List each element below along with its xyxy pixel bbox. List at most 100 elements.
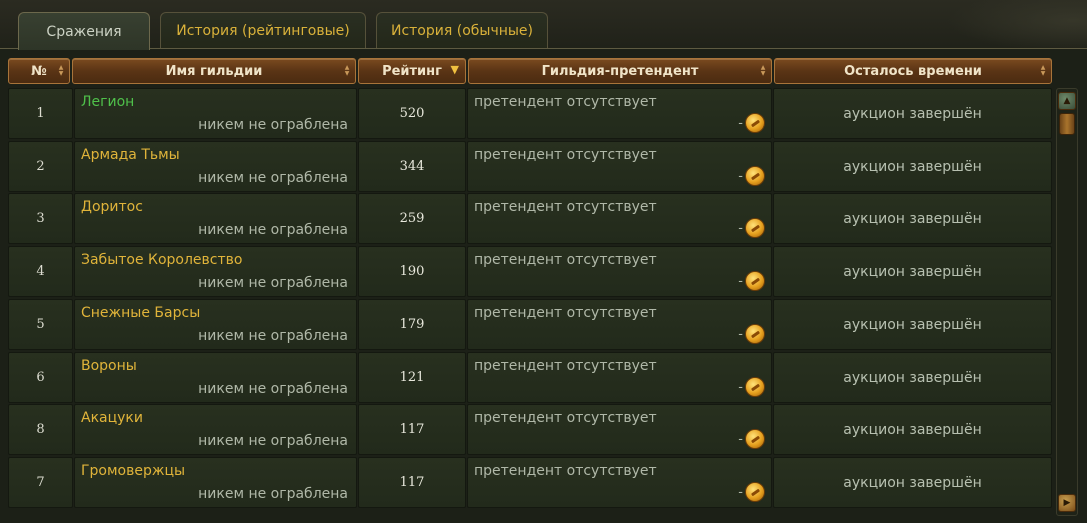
pretender-status: претендент отсутствует bbox=[474, 463, 657, 479]
rank-cell: 2 bbox=[8, 141, 73, 192]
robbed-status: никем не ограблена bbox=[198, 381, 348, 397]
pretender-status: претендент отсутствует bbox=[474, 94, 657, 110]
bid-amount: - bbox=[738, 116, 743, 131]
pretender-cell: претендент отсутствует - bbox=[467, 352, 772, 403]
pretender-cell: претендент отсутствует - bbox=[467, 404, 772, 455]
pretender-status: претендент отсутствует bbox=[474, 358, 657, 374]
guild-cell: Забытое Королевство никем не ограблена bbox=[74, 246, 357, 297]
guild-name-link[interactable]: Забытое Королевство bbox=[81, 252, 242, 268]
gold-coin-icon[interactable] bbox=[745, 271, 765, 291]
bid-amount: - bbox=[738, 432, 743, 447]
time-cell: аукцион завершён bbox=[773, 404, 1052, 455]
pretender-cell: претендент отсутствует - bbox=[467, 193, 772, 244]
guild-cell: Легион никем не ограблена bbox=[74, 88, 357, 139]
bid-amount: - bbox=[738, 169, 743, 184]
guild-name-link[interactable]: Вороны bbox=[81, 358, 137, 374]
rank-cell: 6 bbox=[8, 352, 73, 403]
pretender-status: претендент отсутствует bbox=[474, 199, 657, 215]
robbed-status: никем не ограблена bbox=[198, 117, 348, 133]
sort-arrows-icon: ▲ ▼ bbox=[1040, 64, 1046, 77]
robbed-status: никем не ограблена bbox=[198, 275, 348, 291]
pretender-cell: претендент отсутствует - bbox=[467, 246, 772, 297]
table-row[interactable]: 5 Снежные Барсы никем не ограблена 179 п… bbox=[8, 299, 1052, 350]
guild-cell: Снежные Барсы никем не ограблена bbox=[74, 299, 357, 350]
robbed-status: никем не ограблена bbox=[198, 486, 348, 502]
table-row[interactable]: 4 Забытое Королевство никем не ограблена… bbox=[8, 246, 1052, 297]
tab-history-normal[interactable]: История (обычные) bbox=[376, 12, 548, 48]
guild-cell: Доритос никем не ограблена bbox=[74, 193, 357, 244]
table-row[interactable]: 2 Армада Тьмы никем не ограблена 344 пре… bbox=[8, 141, 1052, 192]
rank-cell: 1 bbox=[8, 88, 73, 139]
pretender-cell: претендент отсутствует - bbox=[467, 88, 772, 139]
bid-amount: - bbox=[738, 327, 743, 342]
gold-coin-icon[interactable] bbox=[745, 377, 765, 397]
guild-name-link[interactable]: Громовержцы bbox=[81, 463, 185, 479]
robbed-status: никем не ограблена bbox=[198, 433, 348, 449]
guild-cell: Вороны никем не ограблена bbox=[74, 352, 357, 403]
pretender-cell: претендент отсутствует - bbox=[467, 299, 772, 350]
rating-cell: 190 bbox=[358, 246, 466, 297]
guild-name-link[interactable]: Доритос bbox=[81, 199, 143, 215]
tab-battles[interactable]: Сражения bbox=[18, 12, 150, 50]
column-header-num-label: № bbox=[31, 63, 47, 79]
guild-cell: Акацуки никем не ограблена bbox=[74, 404, 357, 455]
table-row[interactable]: 1 Легион никем не ограблена 520 претенде… bbox=[8, 88, 1052, 139]
time-cell: аукцион завершён bbox=[773, 246, 1052, 297]
tab-history-rated[interactable]: История (рейтинговые) bbox=[160, 12, 366, 48]
time-cell: аукцион завершён bbox=[773, 141, 1052, 192]
bid-amount: - bbox=[738, 221, 743, 236]
column-header-pretender[interactable]: Гильдия-претендент ▲ ▼ bbox=[468, 58, 772, 84]
column-header-time[interactable]: Осталось времени ▲ ▼ bbox=[774, 58, 1052, 84]
time-cell: аукцион завершён bbox=[773, 193, 1052, 244]
pretender-cell: претендент отсутствует - bbox=[467, 141, 772, 192]
pretender-status: претендент отсутствует bbox=[474, 252, 657, 268]
pretender-status: претендент отсутствует bbox=[474, 147, 657, 163]
guild-cell: Громовержцы никем не ограблена bbox=[74, 457, 357, 508]
pretender-status: претендент отсутствует bbox=[474, 305, 657, 321]
rank-cell: 7 bbox=[8, 457, 73, 508]
sort-desc-icon: ▼ bbox=[450, 63, 459, 76]
column-header-name[interactable]: Имя гильдии ▲ ▼ bbox=[72, 58, 356, 84]
table-row[interactable]: 6 Вороны никем не ограблена 121 претенде… bbox=[8, 352, 1052, 403]
column-header-rating-label: Рейтинг bbox=[382, 63, 442, 79]
column-header-pretender-label: Гильдия-претендент bbox=[541, 63, 699, 79]
column-header-num[interactable]: № ▲ ▼ bbox=[8, 58, 70, 84]
rating-cell: 179 bbox=[358, 299, 466, 350]
table-row[interactable]: 3 Доритос никем не ограблена 259 претенд… bbox=[8, 193, 1052, 244]
sort-arrows-icon: ▲ ▼ bbox=[344, 64, 350, 77]
column-header-rating[interactable]: Рейтинг ▼ bbox=[358, 58, 466, 84]
sort-arrows-icon: ▲ ▼ bbox=[760, 64, 766, 77]
guild-name-link[interactable]: Легион bbox=[81, 94, 134, 110]
gold-coin-icon[interactable] bbox=[745, 113, 765, 133]
gold-coin-icon[interactable] bbox=[745, 482, 765, 502]
bid-amount: - bbox=[738, 380, 743, 395]
rank-cell: 8 bbox=[8, 404, 73, 455]
time-cell: аукцион завершён bbox=[773, 299, 1052, 350]
gold-coin-icon[interactable] bbox=[745, 166, 765, 186]
robbed-status: никем не ограблена bbox=[198, 170, 348, 186]
rating-cell: 117 bbox=[358, 404, 466, 455]
time-cell: аукцион завершён bbox=[773, 457, 1052, 508]
guild-name-link[interactable]: Акацуки bbox=[81, 410, 143, 426]
table-row[interactable]: 7 Громовержцы никем не ограблена 117 пре… bbox=[8, 457, 1052, 508]
column-header-time-label: Осталось времени bbox=[844, 63, 982, 79]
scroll-thumb[interactable] bbox=[1059, 113, 1075, 135]
rating-cell: 117 bbox=[358, 457, 466, 508]
guild-cell: Армада Тьмы никем не ограблена bbox=[74, 141, 357, 192]
gold-coin-icon[interactable] bbox=[745, 429, 765, 449]
pretender-cell: претендент отсутствует - bbox=[467, 457, 772, 508]
table-row[interactable]: 8 Акацуки никем не ограблена 117 претенд… bbox=[8, 404, 1052, 455]
scroll-up-icon[interactable]: ▲ bbox=[1058, 92, 1076, 110]
sort-arrows-icon: ▲ ▼ bbox=[58, 64, 64, 77]
robbed-status: никем не ограблена bbox=[198, 328, 348, 344]
time-cell: аукцион завершён bbox=[773, 88, 1052, 139]
vertical-scrollbar[interactable]: ▲ ▶ bbox=[1056, 88, 1078, 516]
gold-coin-icon[interactable] bbox=[745, 324, 765, 344]
guild-name-link[interactable]: Армада Тьмы bbox=[81, 147, 180, 163]
rating-cell: 344 bbox=[358, 141, 466, 192]
gold-coin-icon[interactable] bbox=[745, 218, 765, 238]
scroll-down-icon[interactable]: ▶ bbox=[1058, 494, 1076, 512]
guild-name-link[interactable]: Снежные Барсы bbox=[81, 305, 200, 321]
time-cell: аукцион завершён bbox=[773, 352, 1052, 403]
rating-cell: 121 bbox=[358, 352, 466, 403]
